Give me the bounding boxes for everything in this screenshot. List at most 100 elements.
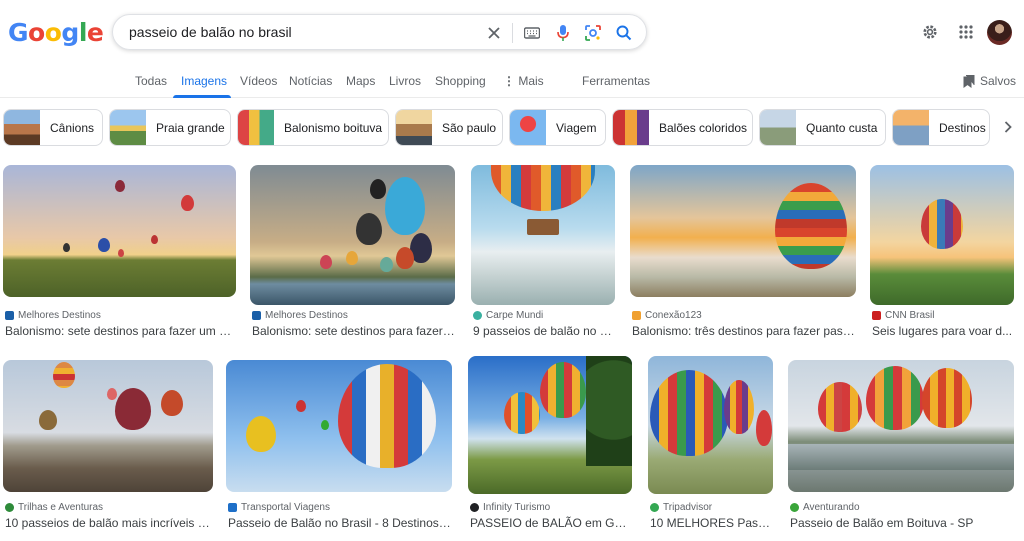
bookmark-icon — [963, 74, 975, 88]
active-tab-indicator — [173, 95, 231, 98]
favicon — [470, 503, 479, 512]
chip-thumbnail — [510, 110, 546, 145]
close-icon[interactable] — [483, 22, 505, 44]
result-title[interactable]: 10 MELHORES Pass... — [650, 516, 773, 530]
image-result[interactable]: Tripadvisor 10 MELHORES Pass... — [648, 356, 773, 535]
image-result[interactable]: Carpe Mundi 9 passeios de balão no B... — [471, 165, 615, 340]
tab-ferramentas[interactable]: Ferramentas — [582, 74, 650, 88]
avatar[interactable] — [987, 20, 1012, 45]
chevron-right-icon[interactable] — [998, 117, 1018, 137]
image-result[interactable]: Conexão123 Balonismo: três destinos para… — [630, 165, 856, 340]
result-title[interactable]: 9 passeios de balão no B... — [473, 324, 615, 338]
saved-button[interactable]: Salvos — [963, 74, 1016, 88]
result-source: Trilhas e Aventuras — [5, 502, 103, 513]
result-thumbnail — [250, 165, 455, 305]
result-title[interactable]: Balonismo: sete destinos para fazer um p… — [5, 324, 236, 338]
logo-letter: e — [86, 18, 104, 47]
chip-label: Destinos — [939, 120, 986, 135]
balloon-shape — [866, 366, 924, 430]
image-result[interactable]: CNN Brasil Seis lugares para voar d... — [870, 165, 1014, 340]
source-label: Carpe Mundi — [486, 310, 544, 321]
chip-canions[interactable]: Cânions — [3, 109, 103, 146]
google-logo[interactable]: Google — [8, 18, 104, 47]
result-title[interactable]: PASSEIO de BALÃO em GR... — [470, 516, 632, 530]
result-thumbnail — [630, 165, 856, 297]
chip-thumbnail — [110, 110, 146, 145]
gear-icon[interactable] — [919, 21, 941, 43]
chip-thumbnail — [4, 110, 40, 145]
result-source: Carpe Mundi — [473, 310, 543, 321]
chip-thumbnail — [238, 110, 274, 145]
favicon — [790, 503, 799, 512]
tab-maps[interactable]: Maps — [346, 74, 375, 88]
tab-todas[interactable]: Todas — [135, 74, 167, 88]
result-title[interactable]: Balonismo: três destinos para fazer pass… — [632, 324, 856, 338]
result-title[interactable]: Balonismo: sete destinos para fazer u... — [252, 324, 455, 338]
chip-thumbnail — [760, 110, 796, 145]
balloon-shape — [396, 247, 414, 269]
source-label: Conexão123 — [645, 310, 702, 321]
microphone-icon[interactable] — [552, 22, 574, 44]
image-result[interactable]: Transportal Viagens Passeio de Balão no … — [226, 360, 452, 535]
result-source: Transportal Viagens — [228, 502, 330, 513]
tab-mais[interactable]: ⋮ Mais — [503, 74, 544, 88]
favicon — [228, 503, 237, 512]
chip-label: São paulo — [442, 120, 497, 135]
result-thumbnail — [3, 165, 236, 297]
search-input[interactable]: passeio de balão no brasil — [129, 24, 292, 40]
more-vert-icon: ⋮ — [503, 74, 515, 88]
chip-baloes-coloridos[interactable]: Balões coloridos — [612, 109, 753, 146]
balloon-shape — [370, 179, 386, 199]
result-source: Tripadvisor — [650, 502, 712, 513]
source-label: Tripadvisor — [663, 502, 713, 513]
image-result[interactable]: Trilhas e Aventuras 10 passeios de balão… — [3, 360, 213, 535]
result-source: Infinity Turismo — [470, 502, 550, 513]
tab-videos[interactable]: Vídeos — [240, 74, 277, 88]
chip-praia-grande[interactable]: Praia grande — [109, 109, 231, 146]
favicon — [252, 311, 261, 320]
tab-imagens[interactable]: Imagens — [181, 74, 227, 88]
camera-lens-icon[interactable] — [582, 22, 604, 44]
image-result[interactable]: Melhores Destinos Balonismo: sete destin… — [250, 165, 455, 340]
balloon-shape — [346, 251, 358, 265]
result-title[interactable]: Seis lugares para voar d... — [872, 324, 1014, 338]
tab-noticias[interactable]: Notícias — [289, 74, 332, 88]
balloon-shape — [385, 177, 425, 235]
logo-letter: l — [78, 18, 88, 47]
image-result[interactable]: Melhores Destinos Balonismo: sete destin… — [3, 165, 236, 340]
favicon — [632, 311, 641, 320]
balloon-shape — [775, 183, 847, 269]
result-title[interactable]: Passeio de Balão no Brasil - 8 Destinos … — [228, 516, 452, 530]
chip-balonismo-boituva[interactable]: Balonismo boituva — [237, 109, 389, 146]
result-source: Conexão123 — [632, 310, 702, 321]
image-result[interactable]: Aventurando Passeio de Balão em Boituva … — [788, 360, 1014, 535]
tree-shape — [586, 356, 632, 466]
result-title[interactable]: 10 passeios de balão mais incríveis d... — [5, 516, 213, 530]
chip-thumbnail — [893, 110, 929, 145]
balloon-shape — [246, 416, 276, 452]
chip-label: Praia grande — [156, 120, 225, 135]
logo-letter: G — [8, 18, 29, 47]
balloon-shape — [756, 410, 772, 446]
search-box[interactable]: passeio de balão no brasil — [112, 14, 647, 50]
chip-viagem[interactable]: Viagem — [509, 109, 606, 146]
source-label: Infinity Turismo — [483, 502, 551, 513]
search-icon[interactable] — [613, 22, 635, 44]
tab-mais-label: Mais — [518, 74, 544, 88]
tab-shopping[interactable]: Shopping — [435, 74, 486, 88]
balloon-shape — [151, 235, 158, 244]
apps-grid-icon[interactable] — [955, 21, 977, 43]
favicon — [650, 503, 659, 512]
chip-destinos[interactable]: Destinos — [892, 109, 990, 146]
keyboard-icon[interactable] — [521, 22, 543, 44]
source-label: Trilhas e Aventuras — [18, 502, 104, 513]
source-label: Aventurando — [803, 502, 860, 513]
chip-sao-paulo[interactable]: São paulo — [395, 109, 503, 146]
chip-quanto-custa[interactable]: Quanto custa — [759, 109, 886, 146]
image-result[interactable]: Infinity Turismo PASSEIO de BALÃO em GR.… — [468, 356, 632, 535]
tab-livros[interactable]: Livros — [389, 74, 421, 88]
result-source: CNN Brasil — [872, 310, 934, 321]
balloon-shape — [320, 255, 332, 269]
saved-label: Salvos — [980, 74, 1017, 88]
result-title[interactable]: Passeio de Balão em Boituva - SP — [790, 516, 1014, 530]
